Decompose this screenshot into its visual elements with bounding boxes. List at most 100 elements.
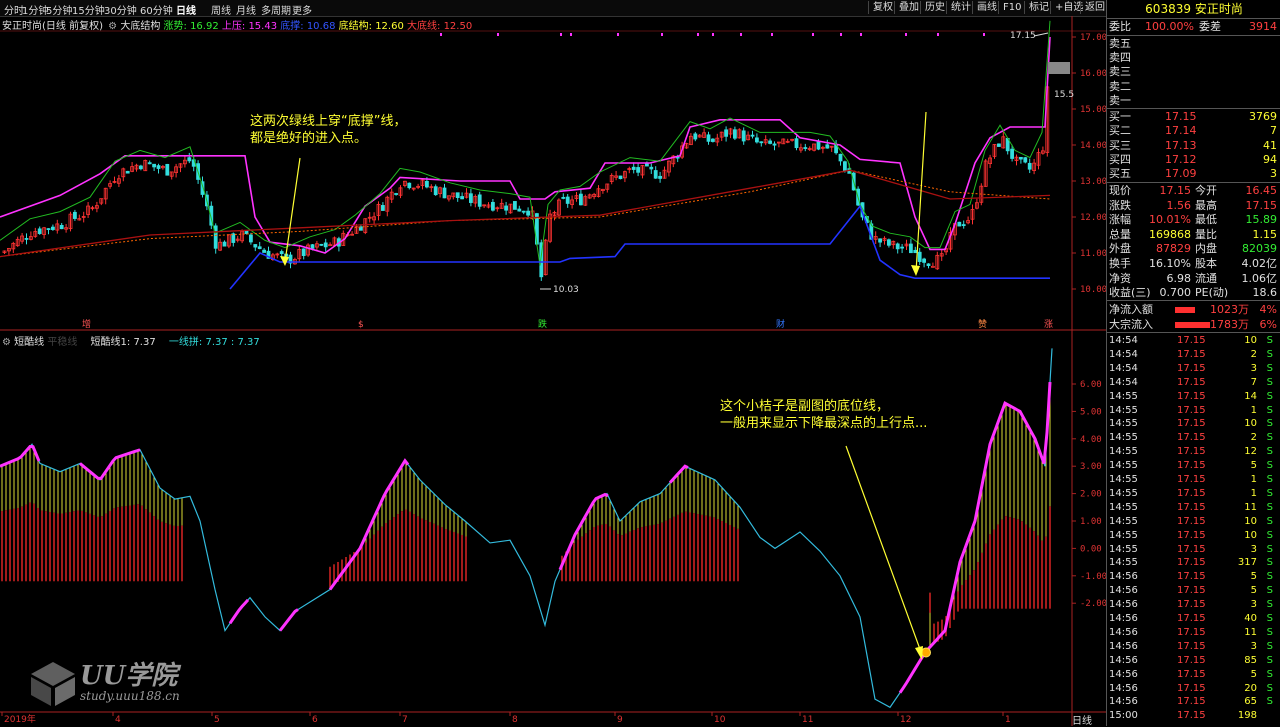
candle-body [433, 186, 438, 196]
candle-body [526, 210, 530, 216]
candle-body [424, 180, 429, 188]
signal-dot [740, 33, 742, 36]
tick-price: 17.15 [1177, 543, 1206, 555]
tick-time: 14:56 [1109, 571, 1138, 583]
tick-side: S [1266, 474, 1273, 485]
candle-body [323, 242, 328, 248]
candle-body [750, 134, 755, 137]
period-tab-5[interactable]: 60分钟 [140, 2, 173, 17]
event-tag[interactable]: $ [358, 320, 364, 330]
date-axis-label: 9 [617, 715, 623, 725]
tick-price: 17.15 [1177, 585, 1206, 597]
stat-label: 换手 [1109, 257, 1131, 270]
tick-row: 14:54 17.15 10 S [1109, 334, 1279, 348]
weicha-value: 3914 [1249, 20, 1277, 33]
tick-time: 14:56 [1109, 585, 1138, 597]
event-tag[interactable]: 赞 [978, 318, 987, 330]
bottom-orange-dot[interactable] [921, 647, 931, 658]
event-tag[interactable]: 增 [82, 318, 91, 330]
tick-side: S [1266, 487, 1273, 499]
price-axis-label: 13.00 [1080, 177, 1106, 187]
candle-body [631, 166, 636, 170]
annotation-bottom-line: 这个小桔子是副图的底位线， 一般用来显示下降最深点的上行点... [720, 398, 927, 432]
stat-label: 流通 [1195, 271, 1217, 285]
bottom-period-label[interactable]: 日线 [1072, 712, 1092, 727]
period-toolbar: 分时 1分钟 5分钟 15分钟 30分钟 60分钟 日线 周线 月线 多周期 更多 复权 叠加 历史 统计画… [0, 0, 1106, 17]
stock-name: 安正时尚 [1194, 2, 1243, 16]
stat-label: 内盘 [1195, 242, 1217, 256]
event-tag[interactable]: 跌 [538, 319, 547, 330]
signal-dots [440, 33, 985, 36]
candle-body [755, 137, 759, 143]
tick-row: 14:55 17.15 14 S [1109, 390, 1279, 404]
period-tab-4[interactable]: 30分钟 [104, 2, 137, 17]
candle-body [147, 162, 152, 165]
stat-row: 净资 6.98 流通 1.06亿 [1109, 272, 1279, 286]
toolbar-button-3[interactable]: 统计 [946, 1, 975, 14]
tick-time: 14:54 [1109, 335, 1138, 346]
tick-row: 14:55 17.15 1 S [1109, 404, 1279, 418]
toolbar-button-6[interactable]: 标记 [1024, 1, 1053, 14]
sub-rise-line [0, 445, 41, 468]
tick-volume: 2 [1250, 348, 1257, 360]
tick-price: 17.15 [1177, 335, 1206, 346]
tick-time: 14:56 [1109, 668, 1138, 680]
event-tag[interactable]: 财 [776, 318, 785, 330]
candle-body [693, 133, 698, 140]
tick-row: 14:54 17.15 3 S [1109, 362, 1279, 376]
tick-row: 14:55 17.15 10 S [1109, 515, 1279, 529]
buy-label: 买二 [1109, 124, 1131, 138]
stat-label: 净资 [1109, 271, 1131, 285]
period-tab-1[interactable]: 1分钟 [22, 2, 48, 17]
toolbar-button-5[interactable]: F10 [998, 1, 1025, 14]
signal-dot [712, 33, 714, 36]
flow-value: 1023万 [1210, 303, 1249, 316]
annotation-line: 一般用来显示下降最深点的上行点... [720, 416, 928, 431]
toolbar-button-2[interactable]: 历史 [920, 1, 949, 14]
period-tab-0[interactable]: 分时 [4, 2, 24, 17]
tick-time: 14:56 [1109, 599, 1138, 611]
period-tab-6[interactable]: 日线 [176, 2, 196, 17]
period-tab-8[interactable]: 月线 [236, 2, 256, 17]
tick-price: 17.15 [1177, 460, 1206, 472]
up-trend-line [0, 20, 1051, 266]
sub-axis-label: 0.00 [1080, 544, 1102, 554]
watermark-brand: UU学院 [80, 661, 178, 691]
tick-time: 14:56 [1109, 626, 1138, 638]
stat-label: 今开 [1195, 184, 1217, 197]
stat-row: 总量 169868 量比 1.15 [1109, 228, 1279, 242]
toolbar-button-4[interactable]: 画线 [972, 1, 1001, 14]
price-axis-label: 12.00 [1080, 213, 1106, 223]
signal-dot [983, 33, 985, 36]
tick-time: 14:56 [1109, 640, 1138, 652]
tick-price: 17.15 [1177, 626, 1206, 638]
tick-row: 14:55 17.15 1 S [1109, 487, 1279, 501]
tick-row: 14:56 17.15 3 S [1109, 598, 1279, 612]
date-axis-label: 2019年 [4, 713, 36, 725]
right-marker: 15.5 [1054, 90, 1074, 100]
candle-body [248, 234, 253, 243]
tick-side: S [1266, 348, 1273, 360]
candle-body [772, 143, 777, 146]
period-tab-7[interactable]: 周线 [211, 2, 231, 17]
annotation-line: 这两次绿线上穿“底撑”线， [250, 114, 407, 129]
candle-body [1019, 156, 1023, 160]
arrow-head-icon [280, 256, 289, 266]
toolbar-button-1[interactable]: 叠加 [894, 1, 923, 14]
period-tab-2[interactable]: 5分钟 [46, 2, 72, 17]
kline-chart[interactable]: 17.0016.0015.0014.0013.0012.0011.0010.00… [0, 16, 1106, 726]
tick-side: S [1266, 640, 1273, 652]
candle-body [816, 141, 821, 150]
stat-value: 4.02亿 [1241, 257, 1278, 270]
toolbar-button-8[interactable]: 返回 [1080, 1, 1109, 14]
candle-body [301, 248, 306, 256]
sell-row: 卖三 [1109, 65, 1279, 79]
period-tab-10[interactable]: 更多 [292, 2, 312, 17]
toolbar-button-0[interactable]: 复权 [868, 1, 897, 14]
period-tab-9[interactable]: 多周期 [261, 2, 291, 17]
event-tag[interactable]: 涨 [1044, 319, 1053, 330]
tick-row: 14:55 17.15 317 S [1109, 556, 1279, 570]
tick-side: S [1266, 557, 1273, 569]
tick-row: 14:56 17.15 3 S [1109, 640, 1279, 654]
period-tab-3[interactable]: 15分钟 [72, 2, 105, 17]
